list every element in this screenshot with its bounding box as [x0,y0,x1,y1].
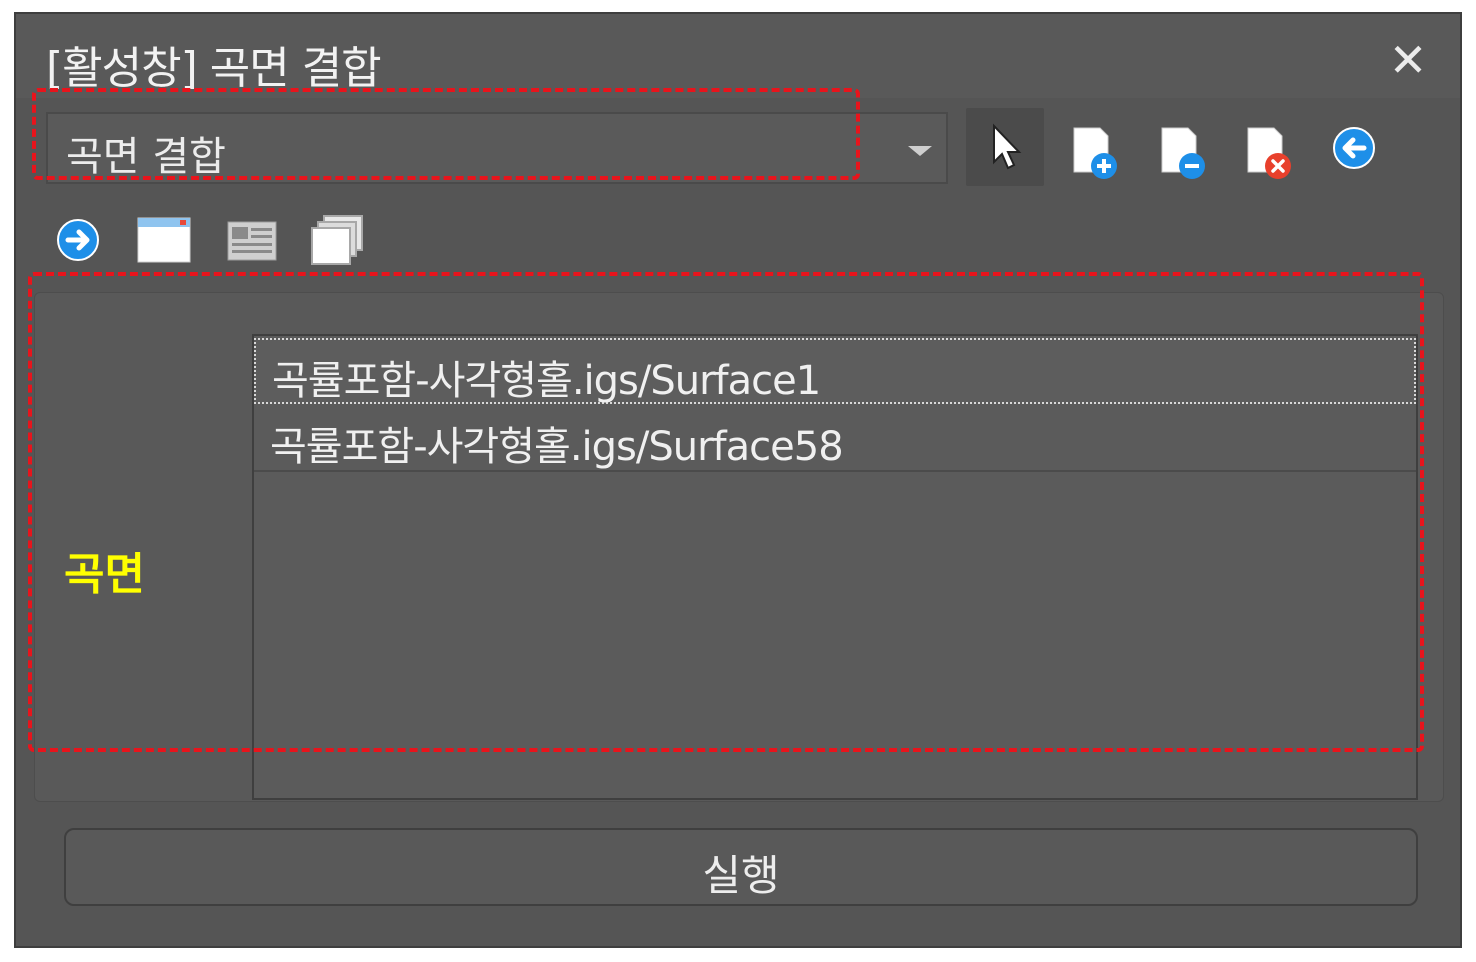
window-title: [활성창] 곡면 결합 [46,43,382,94]
list-item-label: 곡률포함-사각형홀.igs/Surface1 [272,358,821,404]
list-item-label: 곡률포함-사각형홀.igs/Surface58 [270,424,844,470]
toolbar-row-2 [16,208,1460,278]
toolbar-row-1: 곡면 결합 [16,98,1460,202]
title-bar: [활성창] 곡면 결합 ✕ [16,14,1460,98]
surface-label: 곡면 [64,549,145,600]
layered-windows-button[interactable] [306,208,370,272]
command-combo[interactable]: 곡면 결합 [46,112,948,184]
run-button[interactable]: 실행 [64,828,1418,906]
delete-document-button[interactable] [1236,118,1300,182]
run-button-label: 실행 [702,851,780,900]
surface-listbox[interactable]: 곡률포함-사각형홀.igs/Surface1 곡률포함-사각형홀.igs/Sur… [252,334,1418,800]
arrow-right-icon [57,219,99,261]
combine-surfaces-window: [활성창] 곡면 결합 ✕ 곡면 결합 곡면 곡률포함-사각형홀.igs/Sur… [14,12,1462,948]
add-document-button[interactable] [1062,118,1126,182]
remove-document-icon [1161,127,1205,179]
pointer-select-icon [993,123,1022,170]
arrow-left-icon [1333,127,1375,169]
window-icon [137,217,191,263]
window-button[interactable] [132,208,196,272]
list-item[interactable]: 곡률포함-사각형홀.igs/Surface58 [254,406,1416,472]
list-item[interactable]: 곡률포함-사각형홀.igs/Surface1 [254,338,1416,404]
delete-document-icon [1247,127,1291,179]
layered-windows-icon [311,215,363,265]
arrow-right-button[interactable] [46,208,110,272]
command-combo-value: 곡면 결합 [66,134,226,180]
list-view-icon [227,221,277,261]
remove-document-button[interactable] [1150,118,1214,182]
chevron-down-icon [908,146,932,156]
pointer-select-button[interactable] [966,108,1044,186]
add-document-icon [1073,127,1117,179]
list-view-button[interactable] [220,208,284,272]
arrow-left-button[interactable] [1322,116,1386,180]
close-button[interactable]: ✕ [1384,36,1432,84]
